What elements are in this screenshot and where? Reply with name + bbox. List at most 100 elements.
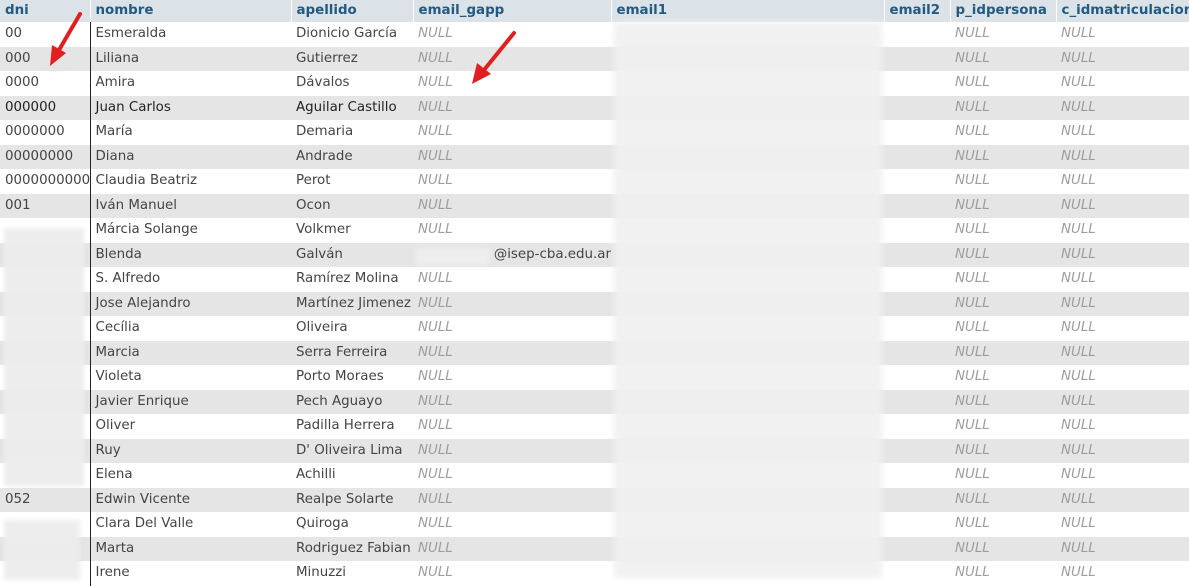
c-idmatriculacion-cell[interactable]: NULL — [1056, 389, 1189, 414]
email-gapp-cell[interactable]: NULL — [413, 169, 611, 194]
nombre-cell[interactable]: Juan Carlos — [90, 95, 291, 120]
c-idmatriculacion-cell[interactable]: NULL — [1056, 144, 1189, 169]
apellido-cell[interactable]: Pech Aguayo — [291, 389, 413, 414]
email2-cell[interactable] — [884, 144, 950, 169]
p-idpersona-cell[interactable]: NULL — [950, 193, 1056, 218]
email-gapp-cell[interactable]: NULL — [413, 487, 611, 512]
dni-cell[interactable]: 0000 — [0, 71, 91, 96]
column-header-nombre[interactable]: nombre — [90, 0, 292, 22]
p-idpersona-cell[interactable]: NULL — [950, 340, 1056, 365]
p-idpersona-cell[interactable]: NULL — [950, 487, 1056, 512]
c-idmatriculacion-cell[interactable]: NULL — [1056, 46, 1189, 71]
apellido-cell[interactable]: Dionicio García — [291, 22, 413, 47]
table-row[interactable]: 000 Liliana Gutierrez NULL NULL NULL — [0, 46, 1189, 71]
email-gapp-cell[interactable]: NULL — [413, 438, 611, 463]
email2-cell[interactable] — [884, 438, 950, 463]
dni-cell[interactable]: 0000000000 — [0, 169, 91, 194]
c-idmatriculacion-cell[interactable]: NULL — [1056, 512, 1189, 537]
email2-cell[interactable] — [884, 267, 950, 292]
table-row[interactable]: Javier Enrique Pech Aguayo NULL NULL NULL — [0, 389, 1189, 414]
apellido-cell[interactable]: Padilla Herrera — [291, 414, 413, 439]
c-idmatriculacion-cell[interactable]: NULL — [1056, 120, 1189, 145]
table-row[interactable]: Ruy D' Oliveira Lima NULL NULL NULL — [0, 438, 1189, 463]
apellido-cell[interactable]: Achilli — [291, 463, 413, 488]
table-row[interactable]: 000000 Juan Carlos Aguilar Castillo NULL NUL… — [0, 95, 1189, 120]
table-row[interactable]: 0000000000 Claudia Beatriz Perot NULL NULL NU… — [0, 169, 1189, 194]
c-idmatriculacion-cell[interactable]: NULL — [1056, 242, 1189, 267]
table-row[interactable]: Clara Del Valle Quiroga NULL NULL NULL — [0, 512, 1189, 537]
p-idpersona-cell[interactable]: NULL — [950, 242, 1056, 267]
apellido-cell[interactable]: Serra Ferreira — [291, 340, 413, 365]
table-row[interactable]: Elena Achilli NULL NULL NULL — [0, 463, 1189, 488]
c-idmatriculacion-cell[interactable]: NULL — [1056, 169, 1189, 194]
table-row[interactable]: 00 Esmeralda Dionicio García NULL NULL NULL — [0, 22, 1189, 47]
nombre-cell[interactable]: Esmeralda — [90, 22, 291, 47]
p-idpersona-cell[interactable]: NULL — [950, 463, 1056, 488]
apellido-cell[interactable]: Ocon — [291, 193, 413, 218]
p-idpersona-cell[interactable]: NULL — [950, 267, 1056, 292]
email-gapp-cell[interactable]: NULL — [413, 561, 611, 586]
nombre-cell[interactable]: Marcia — [90, 340, 291, 365]
email2-cell[interactable] — [884, 218, 950, 243]
apellido-cell[interactable]: Quiroga — [291, 512, 413, 537]
c-idmatriculacion-cell[interactable]: NULL — [1056, 561, 1189, 586]
nombre-cell[interactable]: Irene — [90, 561, 291, 586]
apellido-cell[interactable]: Martínez Jimenez — [291, 291, 413, 316]
apellido-cell[interactable]: Dávalos — [291, 71, 413, 96]
nombre-cell[interactable]: Clara Del Valle — [90, 512, 291, 537]
dni-cell[interactable]: 0000000 — [0, 120, 91, 145]
nombre-cell[interactable]: Iván Manuel — [90, 193, 291, 218]
dni-cell[interactable]: 001 — [0, 193, 91, 218]
apellido-cell[interactable]: Gutierrez — [291, 46, 413, 71]
email-gapp-cell[interactable]: NULL — [413, 144, 611, 169]
dni-cell[interactable]: 00000000 — [0, 144, 91, 169]
email2-cell[interactable] — [884, 71, 950, 96]
table-row[interactable]: Márcia Solange Volkmer NULL NULL NULL — [0, 218, 1189, 243]
table-row[interactable]: 0000 Amira Dávalos NULL NULL NULL — [0, 71, 1189, 96]
p-idpersona-cell[interactable]: NULL — [950, 291, 1056, 316]
email2-cell[interactable] — [884, 463, 950, 488]
nombre-cell[interactable]: S. Alfredo — [90, 267, 291, 292]
email2-cell[interactable] — [884, 242, 950, 267]
email-gapp-cell[interactable]: NULL — [413, 193, 611, 218]
email2-cell[interactable] — [884, 340, 950, 365]
p-idpersona-cell[interactable]: NULL — [950, 389, 1056, 414]
c-idmatriculacion-cell[interactable]: NULL — [1056, 463, 1189, 488]
email2-cell[interactable] — [884, 487, 950, 512]
email2-cell[interactable] — [884, 46, 950, 71]
p-idpersona-cell[interactable]: NULL — [950, 218, 1056, 243]
column-header-email1[interactable]: email1 — [611, 0, 885, 22]
email2-cell[interactable] — [884, 193, 950, 218]
table-row[interactable]: Irene Minuzzi NULL NULL NULL — [0, 561, 1189, 586]
p-idpersona-cell[interactable]: NULL — [950, 316, 1056, 341]
nombre-cell[interactable]: Liliana — [90, 46, 291, 71]
p-idpersona-cell[interactable]: NULL — [950, 46, 1056, 71]
p-idpersona-cell[interactable]: NULL — [950, 512, 1056, 537]
dni-cell[interactable]: 000000 — [0, 95, 91, 120]
p-idpersona-cell[interactable]: NULL — [950, 438, 1056, 463]
p-idpersona-cell[interactable]: NULL — [950, 144, 1056, 169]
c-idmatriculacion-cell[interactable]: NULL — [1056, 414, 1189, 439]
table-row[interactable]: 0000000 María Demaria NULL NULL NULL — [0, 120, 1189, 145]
nombre-cell[interactable]: Cecília — [90, 316, 291, 341]
c-idmatriculacion-cell[interactable]: NULL — [1056, 95, 1189, 120]
nombre-cell[interactable]: Edwin Vicente — [90, 487, 291, 512]
email-gapp-cell[interactable]: NULL — [413, 389, 611, 414]
nombre-cell[interactable]: Amira — [90, 71, 291, 96]
c-idmatriculacion-cell[interactable]: NULL — [1056, 536, 1189, 561]
email2-cell[interactable] — [884, 561, 950, 586]
p-idpersona-cell[interactable]: NULL — [950, 120, 1056, 145]
c-idmatriculacion-cell[interactable]: NULL — [1056, 316, 1189, 341]
email2-cell[interactable] — [884, 365, 950, 390]
table-row[interactable]: S. Alfredo Ramírez Molina NULL NULL NULL — [0, 267, 1189, 292]
email2-cell[interactable] — [884, 120, 950, 145]
table-row[interactable]: Oliver Padilla Herrera NULL NULL NULL — [0, 414, 1189, 439]
table-row[interactable]: Jose Alejandro Martínez Jimenez NULL NULL NU… — [0, 291, 1189, 316]
column-header-email2[interactable]: email2 — [884, 0, 951, 22]
nombre-cell[interactable]: Ruy — [90, 438, 291, 463]
email-gapp-cell[interactable]: NULL — [413, 463, 611, 488]
c-idmatriculacion-cell[interactable]: NULL — [1056, 267, 1189, 292]
email-gapp-cell[interactable]: NULL — [413, 414, 611, 439]
email-gapp-cell[interactable]: NULL — [413, 71, 611, 96]
email2-cell[interactable] — [884, 512, 950, 537]
